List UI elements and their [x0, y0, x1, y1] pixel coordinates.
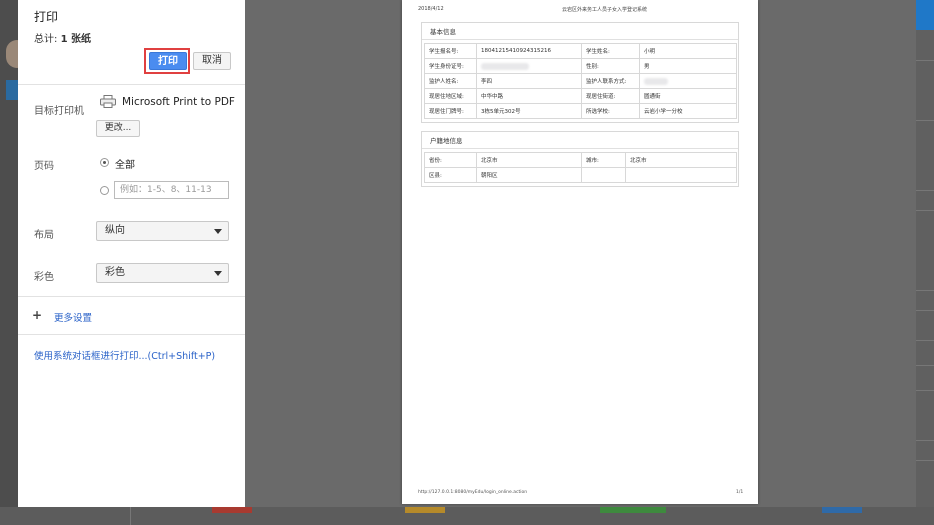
table-row: 省份: 北京市 城市: 北京市 — [424, 152, 737, 168]
table-row: 监护人姓名: 李四 监护人联系方式: — [424, 73, 737, 89]
layout-select-value: 纵向 — [105, 225, 125, 236]
preview-footer-url: http://127.0.0.1:8080/myEdu/login_online… — [418, 490, 528, 495]
background-tab-red — [212, 507, 252, 513]
table-row: 现居住地区域: 中华中路 现居住街道: 圆通街 — [424, 88, 737, 104]
destination-printer-name: Microsoft Print to PDF — [122, 96, 235, 108]
dialog-title: 打印 — [34, 10, 59, 24]
divider — [916, 290, 934, 291]
household-info-section: 户籍地信息 省份: 北京市 城市: 北京市 区县: 朝阳区 — [421, 131, 739, 187]
pages-all-label: 全部 — [115, 160, 135, 171]
divider — [18, 296, 245, 297]
background-left-strip — [0, 0, 18, 525]
divider — [18, 334, 245, 335]
divider — [916, 120, 934, 121]
table-cell: 现居住地区域: — [424, 88, 477, 104]
more-settings-link[interactable]: 更多设置 — [54, 310, 92, 324]
print-settings-panel: 打印 总计: 1 张纸 打印 取消 目标打印机 Microsoft Print … — [18, 0, 245, 507]
preview-header-title: 云岩区外来务工人员子女入学登记系统 — [562, 7, 648, 13]
table-cell-redacted — [476, 58, 582, 74]
pages-label: 页码 — [34, 161, 54, 172]
table-cell: 学生姓名: — [581, 43, 640, 59]
background-right-strip — [916, 0, 934, 525]
table-row: 学生身份证号: 性别: 男 — [424, 58, 737, 74]
print-button[interactable]: 打印 — [149, 52, 187, 70]
table-cell — [581, 167, 626, 183]
chevron-down-icon — [214, 229, 222, 234]
change-destination-button[interactable]: 更改... — [96, 120, 140, 137]
table-cell: 监护人联系方式: — [581, 73, 640, 89]
table-row: 学生报名号: 18041215410924315216 学生姓名: 小明 — [424, 43, 737, 59]
table-cell: 性别: — [581, 58, 640, 74]
cancel-button[interactable]: 取消 — [193, 52, 231, 70]
divider — [916, 310, 934, 311]
basic-info-table: 学生报名号: 18041215410924315216 学生姓名: 小明 学生身… — [424, 43, 737, 119]
household-info-title: 户籍地信息 — [422, 132, 738, 149]
color-label: 彩色 — [34, 272, 54, 283]
background-right-header — [916, 0, 934, 30]
divider — [916, 340, 934, 341]
divider — [916, 460, 934, 461]
divider — [916, 60, 934, 61]
table-cell: 3栋5单元302号 — [476, 103, 582, 119]
divider — [916, 210, 934, 211]
divider — [130, 507, 131, 525]
table-cell: 学生报名号: — [424, 43, 477, 59]
sheet-total-value: 1 张纸 — [60, 34, 92, 45]
sheet-total-label: 总计: — [34, 34, 58, 45]
color-select-value: 彩色 — [105, 267, 125, 278]
basic-info-title: 基本信息 — [422, 23, 738, 40]
table-cell: 李四 — [476, 73, 582, 89]
system-dialog-link[interactable]: 使用系统对话框进行打印...(Ctrl+Shift+P) — [34, 348, 215, 362]
divider — [916, 190, 934, 191]
table-cell: 区县: — [424, 167, 477, 183]
table-cell-redacted — [639, 73, 737, 89]
table-cell: 朝阳区 — [476, 167, 582, 183]
plus-icon[interactable]: + — [32, 308, 42, 322]
table-cell: 18041215410924315216 — [476, 43, 582, 59]
table-cell: 男 — [639, 58, 737, 74]
pages-custom-radio[interactable] — [100, 186, 109, 195]
table-cell: 北京市 — [625, 152, 737, 168]
table-cell: 所选学校: — [581, 103, 640, 119]
background-tab-blue — [822, 507, 862, 513]
sheet-total: 总计: 1 张纸 — [34, 30, 91, 45]
table-cell: 圆通街 — [639, 88, 737, 104]
preview-footer-page: 1/1 — [736, 490, 744, 495]
table-cell: 现居住街道: — [581, 88, 640, 104]
divider — [18, 84, 245, 85]
table-cell: 北京市 — [476, 152, 582, 168]
divider — [916, 440, 934, 441]
divider — [916, 365, 934, 366]
preview-date: 2018/4/12 — [418, 6, 444, 12]
household-info-table: 省份: 北京市 城市: 北京市 区县: 朝阳区 — [424, 152, 737, 183]
background-bottom-strip — [0, 507, 934, 525]
redacted-value — [644, 77, 668, 85]
table-cell — [625, 167, 737, 183]
layout-select[interactable]: 纵向 — [96, 221, 229, 241]
destination-label: 目标打印机 — [34, 106, 84, 117]
chevron-down-icon — [214, 271, 222, 276]
table-cell: 学生身份证号: — [424, 58, 477, 74]
printer-icon — [100, 95, 116, 108]
table-cell: 现居住门牌号: — [424, 103, 477, 119]
print-preview-page: 2018/4/12 云岩区外来务工人员子女入学登记系统 基本信息 学生报名号: … — [402, 0, 758, 504]
pages-range-input[interactable]: 例如：1-5、8、11-13 — [114, 181, 229, 199]
table-cell: 监护人姓名: — [424, 73, 477, 89]
table-cell: 中华中路 — [476, 88, 582, 104]
color-select[interactable]: 彩色 — [96, 263, 229, 283]
pages-all-radio[interactable] — [100, 158, 109, 167]
divider — [916, 390, 934, 391]
background-tab-orange — [405, 507, 445, 513]
table-cell: 城市: — [581, 152, 626, 168]
table-cell: 云岩小学一分校 — [639, 103, 737, 119]
basic-info-section: 基本信息 学生报名号: 18041215410924315216 学生姓名: 小… — [421, 22, 739, 123]
table-row: 区县: 朝阳区 — [424, 167, 737, 183]
layout-label: 布局 — [34, 230, 54, 241]
redacted-value — [481, 62, 529, 70]
table-cell: 省份: — [424, 152, 477, 168]
background-tab-green — [600, 507, 666, 513]
table-row: 现居住门牌号: 3栋5单元302号 所选学校: 云岩小学一分校 — [424, 103, 737, 119]
table-cell: 小明 — [639, 43, 737, 59]
